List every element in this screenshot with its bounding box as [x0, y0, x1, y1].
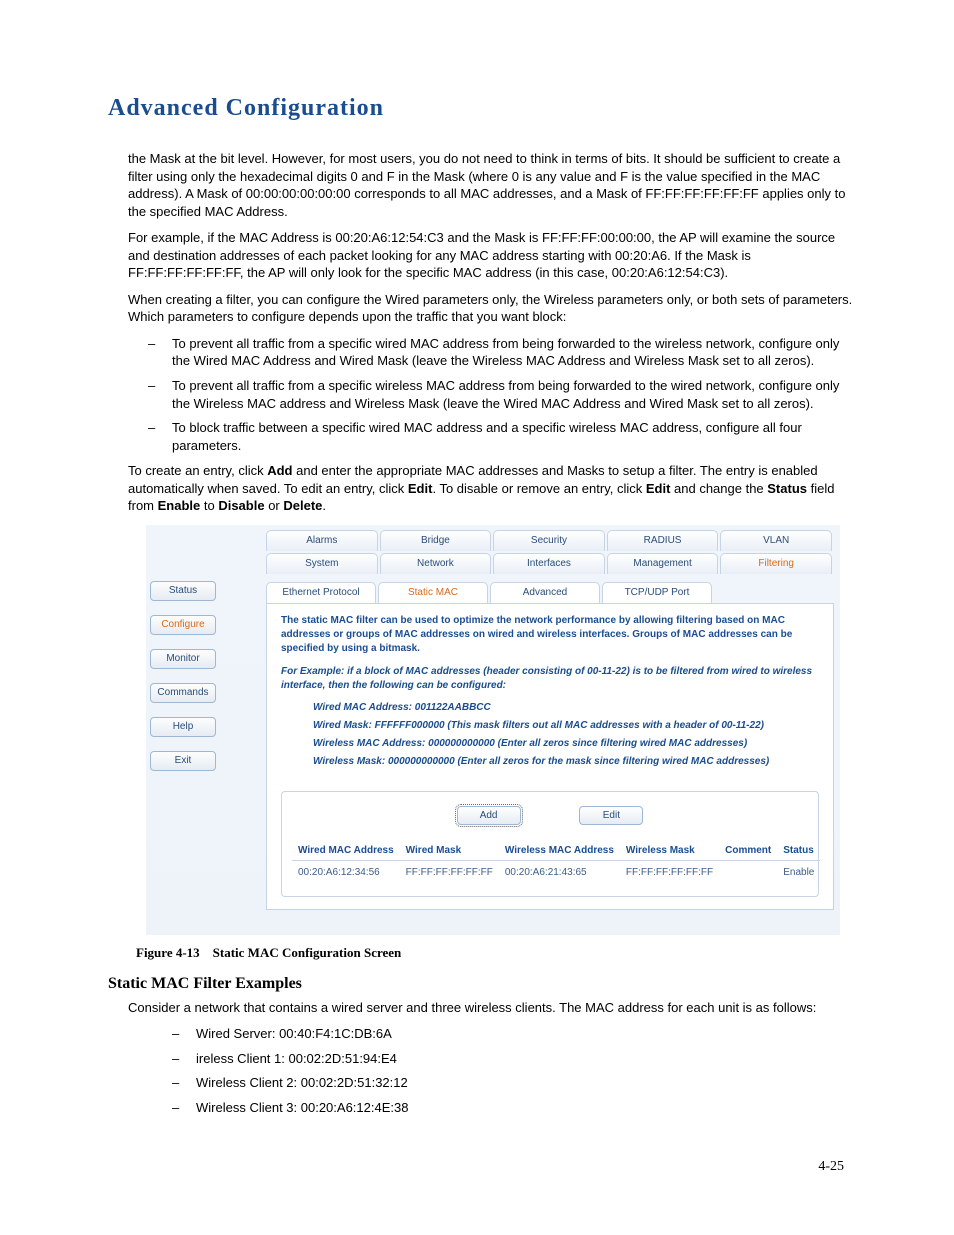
col-wireless-mac: Wireless MAC Address	[499, 841, 620, 861]
table-header-row: Wired MAC Address Wired Mask Wireless MA…	[292, 841, 820, 861]
subtab-row: Ethernet Protocol Static MAC Advanced TC…	[266, 582, 834, 604]
tab-bridge[interactable]: Bridge	[380, 530, 492, 551]
paragraph: the Mask at the bit level. However, for …	[128, 150, 854, 220]
col-wired-mask: Wired Mask	[400, 841, 499, 861]
subtab-tcp-udp-port[interactable]: TCP/UDP Port	[602, 582, 712, 603]
tab-interfaces[interactable]: Interfaces	[493, 553, 605, 574]
figure-caption: Figure 4-13 Static MAC Configuration Scr…	[136, 945, 854, 961]
list-item: Wireless Client 3: 00:20:A6:12:4E:38	[172, 1099, 854, 1117]
page-number: 4-25	[818, 1159, 844, 1175]
mac-filter-table: Wired MAC Address Wired Mask Wireless MA…	[292, 841, 820, 884]
section-heading: Static MAC Filter Examples	[108, 975, 854, 993]
list-item: Wired Server: 00:40:F4:1C:DB:6A	[172, 1025, 854, 1043]
config-screenshot: Status Configure Monitor Commands Help E…	[146, 525, 840, 935]
subtab-static-mac[interactable]: Static MAC	[378, 582, 488, 603]
code-line: Wireless Mask: 000000000000 (Enter all z…	[313, 755, 819, 769]
nav-status[interactable]: Status	[150, 581, 216, 601]
sidebar-nav: Status Configure Monitor Commands Help E…	[150, 581, 218, 785]
tab-row-1: Alarms Bridge Security RADIUS VLAN	[266, 530, 834, 551]
code-line: Wired MAC Address: 001122AABBCC	[313, 701, 819, 715]
nav-monitor[interactable]: Monitor	[150, 649, 216, 669]
col-wired-mac: Wired MAC Address	[292, 841, 400, 861]
nav-commands[interactable]: Commands	[150, 683, 216, 703]
edit-button[interactable]: Edit	[579, 806, 643, 825]
table-row[interactable]: 00:20:A6:12:34:56 FF:FF:FF:FF:FF:FF 00:2…	[292, 860, 820, 884]
table-container: Add Edit Wired MAC Address Wired Mask Wi…	[281, 791, 819, 897]
subtab-ethernet-protocol[interactable]: Ethernet Protocol	[266, 582, 376, 603]
cell-wired-mask: FF:FF:FF:FF:FF:FF	[400, 860, 499, 884]
nav-exit[interactable]: Exit	[150, 751, 216, 771]
tab-system[interactable]: System	[266, 553, 378, 574]
list-item: ireless Client 1: 00:02:2D:51:94:E4	[172, 1050, 854, 1068]
code-line: Wireless MAC Address: 000000000000 (Ente…	[313, 737, 819, 751]
cell-wired-mac: 00:20:A6:12:34:56	[292, 860, 400, 884]
tab-filtering[interactable]: Filtering	[720, 553, 832, 574]
subtab-advanced[interactable]: Advanced	[490, 582, 600, 603]
cell-comment	[719, 860, 777, 884]
panel-description: The static MAC filter can be used to opt…	[281, 614, 819, 656]
tab-radius[interactable]: RADIUS	[607, 530, 719, 551]
cell-wireless-mac: 00:20:A6:21:43:65	[499, 860, 620, 884]
list-item: Wireless Client 2: 00:02:2D:51:32:12	[172, 1074, 854, 1092]
add-button[interactable]: Add	[457, 806, 521, 825]
paragraph: When creating a filter, you can configur…	[128, 291, 854, 326]
code-line: Wired Mask: FFFFFF000000 (This mask filt…	[313, 719, 819, 733]
list-item: To prevent all traffic from a specific w…	[148, 377, 854, 412]
cell-wireless-mask: FF:FF:FF:FF:FF:FF	[620, 860, 719, 884]
tab-vlan[interactable]: VLAN	[720, 530, 832, 551]
panel-example-intro: For Example: if a block of MAC addresses…	[281, 665, 819, 693]
tab-security[interactable]: Security	[493, 530, 605, 551]
list-item: To block traffic between a specific wire…	[148, 419, 854, 454]
tab-management[interactable]: Management	[607, 553, 719, 574]
tab-network[interactable]: Network	[380, 553, 492, 574]
paragraph: Consider a network that contains a wired…	[128, 999, 854, 1017]
col-status: Status	[777, 841, 820, 861]
cell-status: Enable	[777, 860, 820, 884]
tab-alarms[interactable]: Alarms	[266, 530, 378, 551]
paragraph: For example, if the MAC Address is 00:20…	[128, 229, 854, 282]
nav-help[interactable]: Help	[150, 717, 216, 737]
nav-configure[interactable]: Configure	[150, 615, 216, 635]
col-comment: Comment	[719, 841, 777, 861]
page-title: Advanced Configuration	[108, 95, 854, 122]
col-wireless-mask: Wireless Mask	[620, 841, 719, 861]
panel-static-mac: The static MAC filter can be used to opt…	[266, 604, 834, 910]
paragraph: To create an entry, click Add and enter …	[128, 462, 854, 515]
list-item: To prevent all traffic from a specific w…	[148, 335, 854, 370]
tab-row-2: System Network Interfaces Management Fil…	[266, 553, 834, 574]
